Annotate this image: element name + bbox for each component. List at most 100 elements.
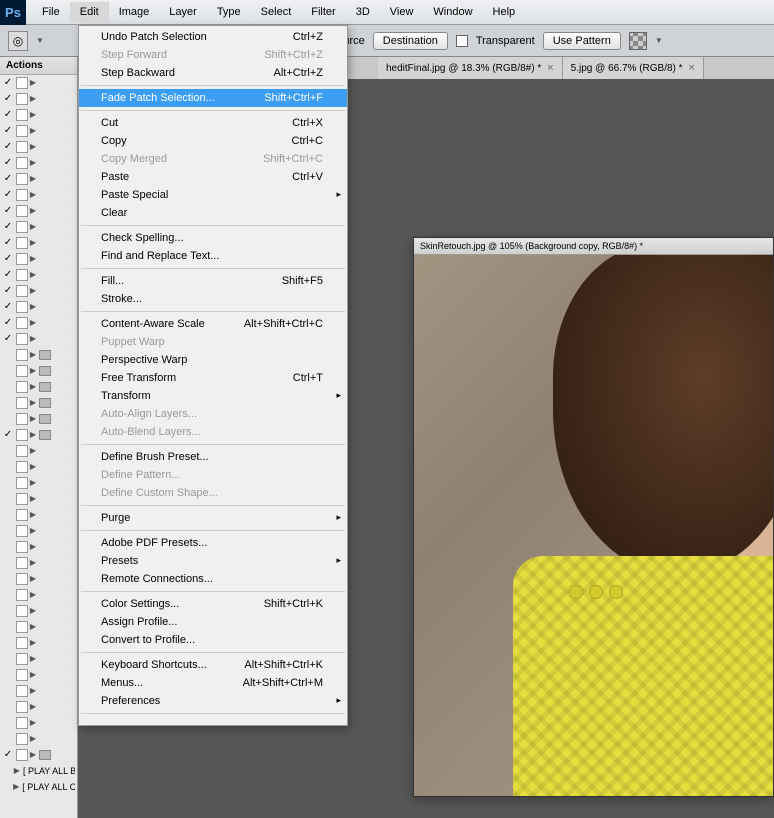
menubar-item-edit[interactable]: Edit xyxy=(70,2,109,22)
action-box[interactable] xyxy=(16,525,28,537)
expand-arrow-icon[interactable]: ▶ xyxy=(28,158,38,167)
action-row[interactable]: ▶ xyxy=(0,475,77,491)
action-row[interactable]: ✓▶ xyxy=(0,219,77,235)
action-box[interactable] xyxy=(16,621,28,633)
expand-arrow-icon[interactable]: ▶ xyxy=(28,638,38,647)
action-row[interactable]: ▶ xyxy=(0,443,77,459)
expand-arrow-icon[interactable]: ▶ xyxy=(28,206,38,215)
menu-item-free-transform[interactable]: Free TransformCtrl+T xyxy=(79,369,347,387)
action-box[interactable] xyxy=(16,461,28,473)
action-row[interactable]: ✓▶ xyxy=(0,171,77,187)
document-titlebar[interactable]: SkinRetouch.jpg @ 105% (Background copy,… xyxy=(414,238,773,255)
actions-panel-header[interactable]: Actions xyxy=(0,57,77,75)
action-box[interactable] xyxy=(16,205,28,217)
close-icon[interactable]: × xyxy=(547,62,553,74)
action-box[interactable] xyxy=(16,381,28,393)
expand-arrow-icon[interactable]: ▶ xyxy=(28,94,38,103)
action-box[interactable] xyxy=(16,429,28,441)
action-box[interactable] xyxy=(16,285,28,297)
expand-arrow-icon[interactable]: ▶ xyxy=(28,174,38,183)
menu-item-define-brush-preset[interactable]: Define Brush Preset... xyxy=(79,448,347,466)
transparent-checkbox[interactable] xyxy=(456,35,468,47)
menu-item-convert-to-profile[interactable]: Convert to Profile... xyxy=(79,631,347,649)
action-box[interactable] xyxy=(16,109,28,121)
action-box[interactable] xyxy=(16,317,28,329)
chevron-down-icon[interactable]: ▼ xyxy=(655,36,663,45)
action-row[interactable]: ▶ xyxy=(0,491,77,507)
action-row[interactable]: ✓▶ xyxy=(0,155,77,171)
menu-item-paste-special[interactable]: Paste Special xyxy=(79,186,347,204)
action-box[interactable] xyxy=(16,669,28,681)
check-icon[interactable]: ✓ xyxy=(2,77,14,88)
action-box[interactable] xyxy=(16,557,28,569)
action-row[interactable]: ▶ xyxy=(0,667,77,683)
action-row[interactable]: ▶ xyxy=(0,571,77,587)
action-row[interactable]: ▶ xyxy=(0,363,77,379)
check-icon[interactable]: ✓ xyxy=(2,253,14,264)
expand-arrow-icon[interactable]: ▶ xyxy=(28,318,38,327)
menubar-item-type[interactable]: Type xyxy=(207,2,251,22)
action-row[interactable]: ✓▶ xyxy=(0,299,77,315)
action-box[interactable] xyxy=(16,637,28,649)
action-box[interactable] xyxy=(16,141,28,153)
action-row[interactable]: ▶ xyxy=(0,411,77,427)
check-icon[interactable]: ✓ xyxy=(2,157,14,168)
action-row[interactable]: ✓▶ xyxy=(0,187,77,203)
action-row[interactable]: ✓▶ xyxy=(0,91,77,107)
action-row[interactable]: ▶ xyxy=(0,379,77,395)
menu-item-remote-connections[interactable]: Remote Connections... xyxy=(79,570,347,588)
menubar-item-help[interactable]: Help xyxy=(483,2,526,22)
check-icon[interactable]: ✓ xyxy=(2,333,14,344)
document-tab[interactable]: heditFinal.jpg @ 18.3% (RGB/8#) * × xyxy=(378,57,563,79)
check-icon[interactable]: ✓ xyxy=(2,749,14,760)
menu-item-step-backward[interactable]: Step BackwardAlt+Ctrl+Z xyxy=(79,64,347,82)
menu-item-content-aware-scale[interactable]: Content-Aware ScaleAlt+Shift+Ctrl+C xyxy=(79,315,347,333)
expand-arrow-icon[interactable]: ▶ xyxy=(28,126,38,135)
check-icon[interactable]: ✓ xyxy=(2,205,14,216)
expand-arrow-icon[interactable]: ▶ xyxy=(28,286,38,295)
expand-arrow-icon[interactable]: ▶ xyxy=(28,254,38,263)
action-box[interactable] xyxy=(16,77,28,89)
expand-arrow-icon[interactable]: ▶ xyxy=(28,334,38,343)
action-box[interactable] xyxy=(16,493,28,505)
menu-item-clear[interactable]: Clear xyxy=(79,204,347,222)
expand-arrow-icon[interactable]: ▶ xyxy=(28,302,38,311)
menubar-item-select[interactable]: Select xyxy=(251,2,302,22)
action-box[interactable] xyxy=(16,685,28,697)
check-icon[interactable]: ✓ xyxy=(2,93,14,104)
expand-arrow-icon[interactable]: ▶ xyxy=(28,686,38,695)
action-box[interactable] xyxy=(16,605,28,617)
expand-arrow-icon[interactable]: ▶ xyxy=(28,510,38,519)
menubar-item-filter[interactable]: Filter xyxy=(301,2,345,22)
action-box[interactable] xyxy=(16,365,28,377)
action-box[interactable] xyxy=(16,701,28,713)
action-row[interactable]: ✓▶ xyxy=(0,331,77,347)
action-box[interactable] xyxy=(16,333,28,345)
menu-item-copy[interactable]: CopyCtrl+C xyxy=(79,132,347,150)
menu-item-find-and-replace-text[interactable]: Find and Replace Text... xyxy=(79,247,347,265)
expand-arrow-icon[interactable]: ▶ xyxy=(28,110,38,119)
expand-arrow-icon[interactable]: ▶ xyxy=(28,750,38,759)
expand-arrow-icon[interactable]: ▶ xyxy=(28,734,38,743)
action-box[interactable] xyxy=(16,253,28,265)
action-row[interactable]: ▶ xyxy=(0,347,77,363)
menu-item-transform[interactable]: Transform xyxy=(79,387,347,405)
action-row[interactable]: ▶ xyxy=(0,587,77,603)
action-box[interactable] xyxy=(16,589,28,601)
action-row[interactable]: ✓▶ xyxy=(0,251,77,267)
destination-button[interactable]: Destination xyxy=(373,32,448,50)
action-box[interactable] xyxy=(16,189,28,201)
chevron-down-icon[interactable]: ▼ xyxy=(36,36,44,45)
action-box[interactable] xyxy=(16,749,28,761)
action-row[interactable]: ▶[ PLAY ALL B&W ACTIONS ] xyxy=(0,763,77,779)
expand-arrow-icon[interactable]: ▶ xyxy=(28,558,38,567)
action-row[interactable]: ▶ xyxy=(0,635,77,651)
action-box[interactable] xyxy=(16,477,28,489)
action-box[interactable] xyxy=(16,653,28,665)
action-box[interactable] xyxy=(16,397,28,409)
action-box[interactable] xyxy=(16,221,28,233)
action-row[interactable]: ▶ xyxy=(0,459,77,475)
action-row[interactable]: ✓▶ xyxy=(0,427,77,443)
close-icon[interactable]: × xyxy=(689,62,695,74)
expand-arrow-icon[interactable]: ▶ xyxy=(28,430,38,439)
